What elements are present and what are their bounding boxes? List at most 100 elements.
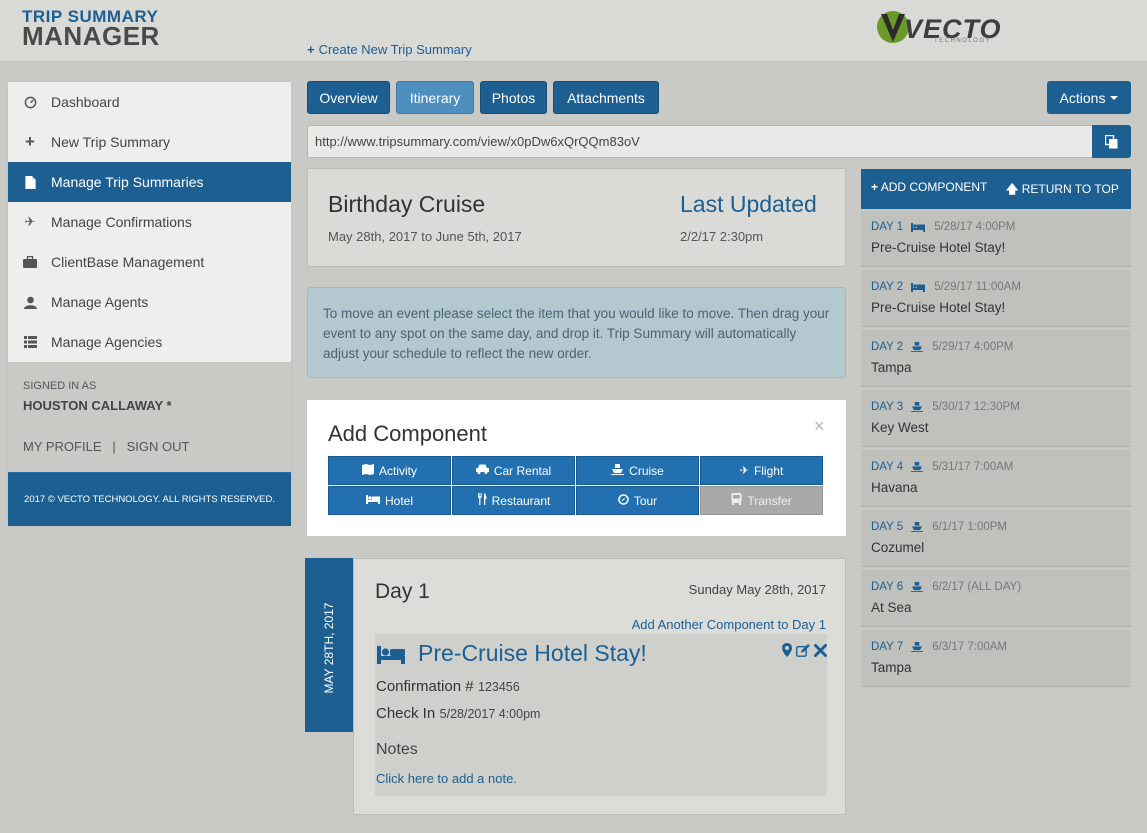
- copy-url-button[interactable]: [1092, 125, 1131, 158]
- user-icon: [23, 295, 37, 309]
- component-tools: [782, 643, 827, 657]
- itinerary-nav-day: DAY 5: [871, 521, 904, 533]
- share-url-field[interactable]: http://www.tripsummary.com/view/x0pDw6xQ…: [307, 125, 1093, 158]
- hotel-button[interactable]: Hotel: [328, 486, 451, 515]
- sidebar-item-label: Manage Agents: [51, 294, 149, 310]
- add-component-panel: Add Component × Activity Car Rental Crui…: [307, 400, 846, 536]
- add-component-nav-link[interactable]: + ADD COMPONENT: [871, 180, 987, 194]
- actions-label: Actions: [1059, 89, 1106, 106]
- sidebar-item-new-trip-summary[interactable]: + New Trip Summary: [8, 122, 291, 162]
- notes-heading: Notes: [376, 741, 418, 758]
- sidebar-item-manage-trip-summaries[interactable]: Manage Trip Summaries: [8, 162, 291, 202]
- itinerary-nav-name: Pre-Cruise Hotel Stay!: [871, 300, 1006, 315]
- itinerary-nav-item[interactable]: DAY 6 6/2/17 (ALL DAY) At Sea: [861, 570, 1131, 627]
- info-alert: To move an event please select the item …: [307, 287, 846, 378]
- itinerary-nav-item[interactable]: DAY 5 6/1/17 1:00PM Cozumel: [861, 510, 1131, 567]
- tour-label: Tour: [633, 493, 658, 508]
- caret-down-icon: [1110, 95, 1119, 100]
- sidebar-item-label: Dashboard: [51, 94, 120, 110]
- itinerary-nav-time: 5/28/17 4:00PM: [934, 221, 1016, 233]
- itinerary-nav-name: Pre-Cruise Hotel Stay!: [871, 240, 1006, 255]
- tour-button[interactable]: Tour: [576, 486, 699, 515]
- cruise-label: Cruise: [629, 463, 664, 478]
- ship-icon: [911, 642, 924, 652]
- sign-out-link[interactable]: SIGN OUT: [127, 439, 190, 454]
- plane-icon: ✈: [739, 465, 749, 477]
- map-marker-icon[interactable]: [782, 643, 792, 657]
- itinerary-nav-item[interactable]: DAY 7 6/3/17 7:00AM Tampa: [861, 630, 1131, 687]
- transfer-label: Transfer: [747, 493, 792, 508]
- car-rental-button[interactable]: Car Rental: [452, 456, 575, 485]
- restaurant-button[interactable]: Restaurant: [452, 486, 575, 515]
- itinerary-nav-name: Key West: [871, 420, 929, 435]
- flight-button[interactable]: ✈ Flight: [700, 456, 823, 485]
- day-panel: Day 1 Sunday May 28th, 2017 Add Another …: [353, 558, 846, 815]
- transfer-button[interactable]: Transfer: [700, 486, 823, 515]
- return-to-top-link[interactable]: 🡅 RETURN TO TOP: [1006, 180, 1119, 201]
- ship-icon: [911, 582, 924, 592]
- bed-icon: [911, 282, 926, 292]
- itinerary-nav-time: 5/29/17 4:00PM: [932, 341, 1014, 353]
- my-profile-link[interactable]: MY PROFILE: [23, 439, 102, 454]
- sidebar-item-clientbase-management[interactable]: ClientBase Management: [8, 242, 291, 282]
- itinerary-nav-name: Havana: [871, 480, 918, 495]
- sidebar-item-label: Manage Confirmations: [51, 214, 192, 230]
- sidebar-item-manage-confirmations[interactable]: ✈ Manage Confirmations: [8, 202, 291, 242]
- itinerary-nav-item[interactable]: DAY 2 5/29/17 4:00PM Tampa: [861, 330, 1131, 387]
- ship-icon: [611, 463, 625, 478]
- itinerary-nav-header: + ADD COMPONENT 🡅 RETURN TO TOP: [861, 169, 1131, 209]
- actions-dropdown-button[interactable]: Actions: [1047, 81, 1131, 114]
- tab-photos[interactable]: Photos: [480, 81, 547, 114]
- itinerary-nav-time: 5/29/17 11:00AM: [934, 281, 1021, 293]
- activity-button[interactable]: Activity: [328, 456, 451, 485]
- map-icon: [361, 463, 374, 478]
- itinerary-nav-day: DAY 2: [871, 281, 904, 293]
- hotel-label: Hotel: [384, 493, 413, 508]
- itinerary-nav-time: 5/30/17 12:30PM: [932, 401, 1020, 413]
- itinerary-nav-item[interactable]: DAY 1 5/28/17 4:00PM Pre-Cruise Hotel Stay…: [861, 210, 1131, 267]
- day-rail-label: MAY 28TH, 2017: [322, 602, 336, 694]
- sidebar-item-label: Manage Trip Summaries: [51, 174, 204, 190]
- edit-icon[interactable]: [796, 643, 810, 657]
- ship-icon: [911, 462, 924, 472]
- tab-overview[interactable]: Overview: [307, 81, 390, 114]
- itinerary-nav-time: 5/31/17 7:00AM: [932, 461, 1014, 473]
- trip-dates: May 28th, 2017 to June 5th, 2017: [328, 229, 522, 244]
- tab-itinerary[interactable]: Itinerary: [396, 81, 474, 114]
- bed-icon: [911, 222, 926, 232]
- car-icon: [475, 464, 489, 477]
- itinerary-nav-item[interactable]: DAY 3 5/30/17 12:30PM Key West: [861, 390, 1131, 447]
- list-icon: [23, 335, 37, 349]
- restaurant-label: Restaurant: [491, 493, 551, 508]
- itinerary-nav-name: Cozumel: [871, 540, 925, 555]
- itinerary-nav-day: DAY 4: [871, 461, 904, 473]
- itinerary-nav-day: DAY 2: [871, 341, 904, 353]
- account-links: MY PROFILE | SIGN OUT: [23, 439, 276, 454]
- add-another-component-link[interactable]: Add Another Component to Day 1: [632, 617, 826, 632]
- add-note-link[interactable]: Click here to add a note.: [376, 771, 517, 786]
- ship-icon: [911, 342, 924, 352]
- component-card[interactable]: Pre-Cruise Hotel Stay! Confirmation # 12…: [375, 634, 827, 796]
- create-trip-link[interactable]: + Create New Trip Summary: [307, 42, 472, 57]
- bed-icon: [365, 494, 380, 507]
- sidebar-item-dashboard[interactable]: Dashboard: [8, 82, 291, 122]
- close-icon[interactable]: ×: [814, 416, 825, 437]
- sidebar-item-label: ClientBase Management: [51, 254, 205, 270]
- cruise-button[interactable]: Cruise: [576, 456, 699, 485]
- logo-title-bottom[interactable]: MANAGER: [22, 21, 160, 52]
- return-to-top-label: RETURN TO TOP: [1021, 182, 1119, 196]
- create-trip-label: Create New Trip Summary: [318, 42, 472, 57]
- sidebar-item-manage-agencies[interactable]: Manage Agencies: [8, 322, 291, 362]
- tab-attachments[interactable]: Attachments: [553, 81, 659, 114]
- itinerary-nav-time: 6/3/17 7:00AM: [932, 641, 1007, 653]
- itinerary-nav-item[interactable]: DAY 4 5/31/17 7:00AM Havana: [861, 450, 1131, 507]
- confirmation-label: Confirmation #: [376, 678, 474, 695]
- delete-icon[interactable]: [814, 643, 827, 657]
- component-name: Pre-Cruise Hotel Stay!: [418, 640, 647, 666]
- sidebar-item-manage-agents[interactable]: Manage Agents: [8, 282, 291, 322]
- cutlery-icon: [477, 493, 487, 508]
- activity-label: Activity: [378, 463, 417, 478]
- itinerary-nav-meta: DAY 2 5/29/17 4:00PM: [871, 341, 1013, 353]
- itinerary-nav-item[interactable]: DAY 2 5/29/17 11:00AM Pre-Cruise Hotel Sta…: [861, 270, 1131, 327]
- trip-title: Birthday Cruise: [328, 191, 486, 217]
